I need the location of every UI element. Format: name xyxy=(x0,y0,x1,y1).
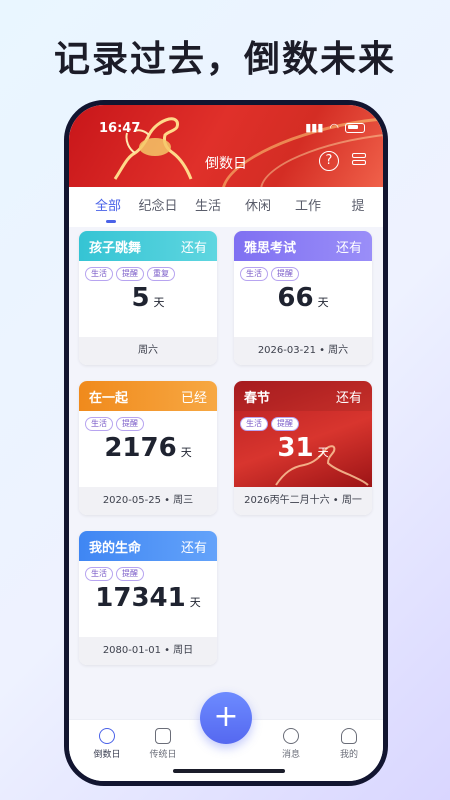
card-tags: 生活 提醒 xyxy=(234,261,372,281)
card-header: 孩子跳舞 还有 xyxy=(79,231,217,261)
days-unit: 天 xyxy=(317,296,329,309)
tab-reminder[interactable]: 提 xyxy=(333,187,383,227)
wifi-icon: ◠ xyxy=(329,121,339,134)
tag-reminder: 提醒 xyxy=(271,267,299,281)
card-name: 春节 xyxy=(244,390,271,406)
card-days: 31 天 xyxy=(234,433,372,463)
clock-icon xyxy=(99,728,115,744)
message-icon xyxy=(283,728,299,744)
card-date: 2080-01-01 • 周日 xyxy=(79,637,217,665)
category-tabs: 全部 纪念日 生活 休闲 工作 提 xyxy=(69,187,383,227)
card-header: 春节 还有 xyxy=(234,381,372,411)
card-status: 还有 xyxy=(180,240,207,256)
countdown-card[interactable]: 我的生命 还有 生活 提醒 17341 天 2080-01-01 • 周日 xyxy=(79,531,217,665)
help-icon[interactable]: ? xyxy=(319,151,339,171)
days-number: 2176 xyxy=(104,433,177,463)
battery-icon xyxy=(345,122,365,133)
card-status: 还有 xyxy=(180,540,207,556)
countdown-card[interactable]: 孩子跳舞 还有 生活 提醒 重复 5天 周六 xyxy=(79,231,217,365)
card-date: 周六 xyxy=(79,337,217,365)
add-event-button[interactable]: + xyxy=(200,692,252,744)
days-number: 31 xyxy=(277,433,314,463)
user-icon xyxy=(341,728,357,744)
calendar-icon xyxy=(155,728,171,744)
tag-reminder: 提醒 xyxy=(116,417,144,431)
headline: 记录过去，倒数未来 xyxy=(53,39,396,80)
card-name: 我的生命 xyxy=(89,540,142,556)
tag-life: 生活 xyxy=(85,417,113,431)
days-number: 5 xyxy=(131,283,150,313)
phone-frame: 16:47 ▮▮▮ ◠ 倒数日 ? 全部 纪念日 生活 休闲 工作 提 孩子跳舞… xyxy=(64,100,388,786)
tag-reminder: 提醒 xyxy=(271,417,299,431)
card-tags: 生活 提醒 xyxy=(79,561,217,581)
tag-life: 生活 xyxy=(240,267,268,281)
card-name: 雅思考试 xyxy=(244,240,297,256)
tab-work[interactable]: 工作 xyxy=(283,187,333,227)
card-date: 2026-03-21 • 周六 xyxy=(234,337,372,365)
hero-banner: 16:47 ▮▮▮ ◠ 倒数日 ? xyxy=(69,105,383,187)
card-header: 在一起 已经 xyxy=(79,381,217,411)
nav-traditional[interactable]: 传统日 xyxy=(143,728,183,760)
card-date: 2020-05-25 • 周三 xyxy=(79,487,217,515)
tab-all[interactable]: 全部 xyxy=(83,187,133,227)
status-time: 16:47 xyxy=(99,121,141,136)
tab-life[interactable]: 生活 xyxy=(183,187,233,227)
countdown-card[interactable]: 在一起 已经 生活 提醒 2176 天 2020-05-25 • 周三 xyxy=(79,381,217,515)
card-name: 在一起 xyxy=(89,390,129,406)
card-name: 孩子跳舞 xyxy=(89,240,142,256)
card-tags: 生活 提醒 重复 xyxy=(79,261,217,281)
card-status: 还有 xyxy=(335,240,362,256)
tag-reminder: 提醒 xyxy=(116,267,144,281)
tag-life: 生活 xyxy=(240,417,268,431)
days-unit: 天 xyxy=(180,446,192,459)
nav-profile-label: 我的 xyxy=(339,750,358,760)
status-icons: ▮▮▮ ◠ xyxy=(305,121,365,134)
card-header: 雅思考试 还有 xyxy=(234,231,372,261)
tag-reminder: 提醒 xyxy=(116,567,144,581)
tab-leisure[interactable]: 休闲 xyxy=(233,187,283,227)
nav-profile[interactable]: 我的 xyxy=(329,728,369,760)
tag-repeat: 重复 xyxy=(147,267,175,281)
card-date: 2026丙午二月十六 • 周一 xyxy=(234,487,372,515)
card-tags: 生活 提醒 xyxy=(234,411,372,431)
card-days: 5天 xyxy=(79,283,217,313)
card-status: 还有 xyxy=(335,390,362,406)
nav-messages[interactable]: 消息 xyxy=(271,728,311,760)
days-unit: 天 xyxy=(153,296,165,309)
card-days: 17341 天 xyxy=(79,583,217,613)
home-indicator xyxy=(173,769,285,773)
tab-anniversary[interactable]: 纪念日 xyxy=(133,187,183,227)
menu-icon[interactable] xyxy=(349,151,369,171)
card-status: 已经 xyxy=(180,390,207,406)
nav-countdown-label: 倒数日 xyxy=(93,750,121,760)
days-number: 17341 xyxy=(95,583,186,613)
nav-traditional-label: 传统日 xyxy=(149,750,177,760)
countdown-card[interactable]: 春节 还有 生活 提醒 31 天 2026丙午二月十六 • 周一 xyxy=(234,381,372,515)
card-days: 66 天 xyxy=(234,283,372,313)
nav-countdown[interactable]: 倒数日 xyxy=(87,728,127,760)
days-number: 66 xyxy=(277,283,314,313)
tag-life: 生活 xyxy=(85,567,113,581)
nav-messages-label: 消息 xyxy=(281,750,300,760)
tag-life: 生活 xyxy=(85,267,113,281)
card-header: 我的生命 还有 xyxy=(79,531,217,561)
days-unit: 天 xyxy=(189,596,201,609)
countdown-card[interactable]: 雅思考试 还有 生活 提醒 66 天 2026-03-21 • 周六 xyxy=(234,231,372,365)
card-tags: 生活 提醒 xyxy=(79,411,217,431)
days-unit: 天 xyxy=(317,446,329,459)
card-days: 2176 天 xyxy=(79,433,217,463)
signal-icon: ▮▮▮ xyxy=(305,121,324,134)
